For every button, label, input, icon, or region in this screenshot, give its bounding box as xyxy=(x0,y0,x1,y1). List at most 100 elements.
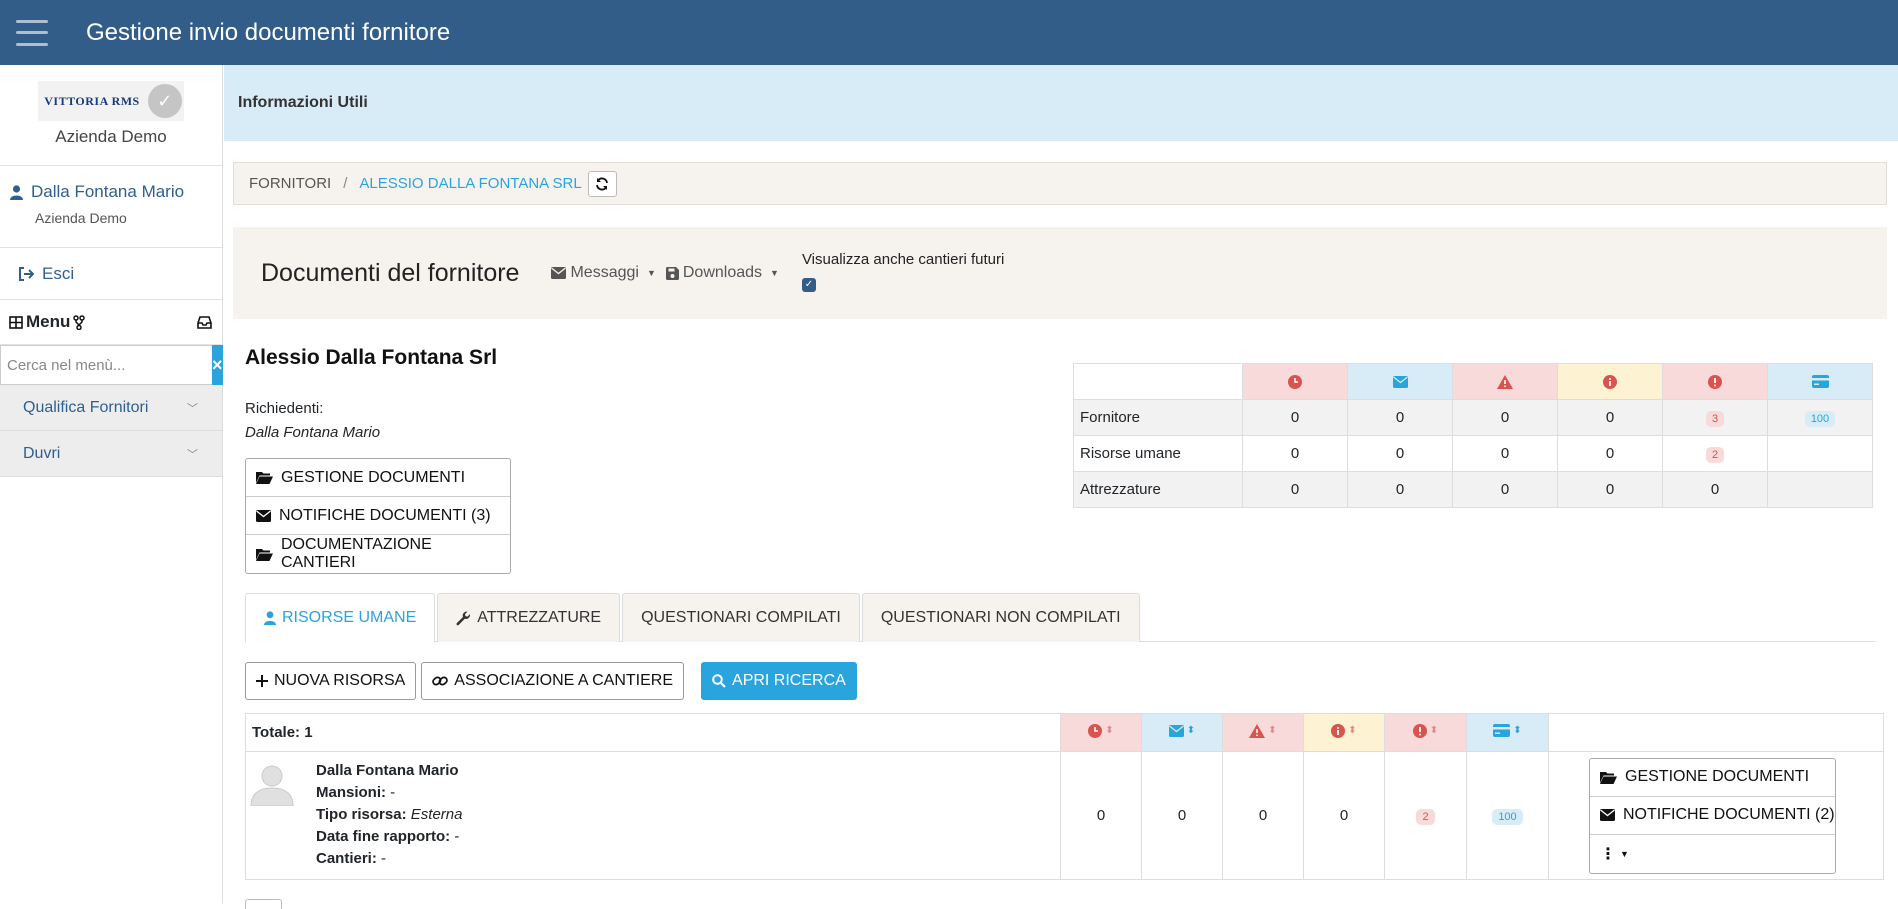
missing-count-badge[interactable]: 3 xyxy=(1705,410,1725,427)
ellipsis-vertical-icon: ⋮ xyxy=(1600,845,1616,863)
new-resource-label: NUOVA RISORSA xyxy=(274,672,406,689)
row-cell-missing: 2 xyxy=(1384,751,1467,880)
user-company: Azienda Demo xyxy=(35,210,127,226)
clock-icon xyxy=(1088,723,1103,738)
sort-warnings-header[interactable]: ⬍ xyxy=(1222,713,1304,752)
clock-icon xyxy=(1288,374,1302,389)
folder-open-icon xyxy=(256,472,273,484)
user-name: Dalla Fontana Mario xyxy=(31,182,185,201)
top-bar: Gestione invio documenti fornitore xyxy=(0,0,1898,65)
messages-dropdown[interactable]: Messaggi ▼ xyxy=(551,264,656,282)
brand: VITTORIA RMS ✓ Azienda Demo xyxy=(0,65,222,166)
mansioni-value: - xyxy=(390,784,396,801)
tab-equipment[interactable]: ATTREZZATURE xyxy=(437,593,621,642)
site-documentation-label: DOCUMENTAZIONE CANTIERI xyxy=(280,536,432,571)
sidebar-item-duvri[interactable]: Duvri ﹀ xyxy=(0,431,222,477)
open-search-label: APRI RICERCA xyxy=(732,672,846,689)
summary-row-label: Risorse umane xyxy=(1073,435,1243,472)
missing-count-badge[interactable]: 2 xyxy=(1416,808,1435,825)
logout-label: Esci xyxy=(42,263,75,283)
exclamation-circle-icon xyxy=(1708,374,1722,389)
tab-human-resources[interactable]: RISORSE UMANE xyxy=(245,593,436,643)
document-notifications-button[interactable]: NOTIFICHE DOCUMENTI (2) xyxy=(1590,797,1835,835)
site-documentation-button[interactable]: DOCUMENTAZIONE CANTIERI xyxy=(246,535,510,573)
sort-messages-header[interactable]: ⬍ xyxy=(1141,713,1223,752)
summary-col-warnings xyxy=(1452,363,1558,400)
floppy-disk-icon xyxy=(665,266,679,280)
code-branch-icon[interactable] xyxy=(73,314,86,330)
summary-row-equipment: Attrezzature 0 0 0 0 0 xyxy=(1073,471,1873,508)
open-search-button[interactable]: APRI RICERCA xyxy=(701,662,857,700)
summary-cell: 2 xyxy=(1662,435,1768,472)
data-fine-value: - xyxy=(454,828,460,845)
data-fine-label: Data fine rapporto: xyxy=(316,828,451,845)
hamburger-menu-icon[interactable] xyxy=(16,19,48,46)
sort-expiring-header[interactable]: ⬍ xyxy=(1060,713,1142,752)
manage-documents-button[interactable]: GESTIONE DOCUMENTI xyxy=(1590,759,1835,797)
warning-triangle-icon xyxy=(1249,723,1266,738)
completion-badge[interactable]: 100 xyxy=(1804,410,1836,427)
inbox-icon[interactable] xyxy=(197,315,212,329)
caret-down-icon: ▼ xyxy=(1620,848,1629,859)
tab-uncompleted-questionnaires[interactable]: QUESTIONARI NON COMPILATI xyxy=(861,593,1140,642)
sort-icon: ⬍ xyxy=(1268,724,1277,736)
sidebar: VITTORIA RMS ✓ Azienda Demo Dalla Fontan… xyxy=(0,65,223,903)
summary-cell: 0 xyxy=(1452,471,1558,508)
summary-cell: 0 xyxy=(1242,435,1348,472)
tipo-risorsa-label: Tipo risorsa: xyxy=(316,806,407,823)
summary-row-label: Attrezzature xyxy=(1073,471,1243,508)
summary-header-row xyxy=(1073,363,1873,400)
company-logo: VITTORIA RMS ✓ xyxy=(38,81,184,121)
summary-table: Fornitore 0 0 0 0 3 100 Risorse umane 0 … xyxy=(1073,363,1873,508)
table-row: Dalla Fontana Mario Mansioni: - Tipo ris… xyxy=(245,751,1884,880)
document-notifications-button[interactable]: NOTIFICHE DOCUMENTI (3) xyxy=(246,497,510,535)
refresh-button[interactable] xyxy=(587,170,617,197)
sort-completion-header[interactable]: ⬍ xyxy=(1466,713,1549,752)
link-to-site-button[interactable]: ASSOCIAZIONE A CANTIERE xyxy=(421,662,685,700)
tipo-risorsa-value: Esterna xyxy=(410,806,463,823)
logout-link[interactable]: Esci xyxy=(0,248,222,300)
resource-actions: NUOVA RISORSA ASSOCIAZIONE A CANTIERE AP… xyxy=(245,662,857,700)
summary-cell: 0 xyxy=(1347,435,1453,472)
table-icon xyxy=(9,315,23,329)
more-options-button[interactable]: ⋮ ▼ xyxy=(1590,835,1835,873)
menu-search-input[interactable] xyxy=(0,345,212,385)
tab-completed-questionnaires[interactable]: QUESTIONARI COMPILATI xyxy=(622,593,860,642)
summary-col-info xyxy=(1557,363,1663,400)
completion-badge[interactable]: 100 xyxy=(1492,808,1523,825)
summary-col-completion xyxy=(1767,363,1873,400)
pagination-button[interactable] xyxy=(245,899,282,909)
breadcrumb-root[interactable]: FORNITORI xyxy=(249,175,331,192)
summary-cell: 3 xyxy=(1662,399,1768,436)
link-to-site-label: ASSOCIAZIONE A CANTIERE xyxy=(454,672,674,689)
chevron-down-icon: ﹀ xyxy=(187,402,198,415)
sort-info-header[interactable]: ⬍ xyxy=(1303,713,1385,752)
manage-documents-label: GESTIONE DOCUMENTI xyxy=(1625,768,1810,785)
clear-search-button[interactable]: × xyxy=(212,345,223,385)
manage-documents-button[interactable]: GESTIONE DOCUMENTI xyxy=(246,459,510,497)
envelope-icon xyxy=(551,267,567,279)
summary-cell: 0 xyxy=(1347,471,1453,508)
sort-missing-header[interactable]: ⬍ xyxy=(1384,713,1467,752)
breadcrumb-current[interactable]: ALESSIO DALLA FONTANA SRL xyxy=(359,175,581,192)
sidebar-item-qualifica-fornitori[interactable]: Qualifica Fornitori ﹀ xyxy=(0,385,222,431)
user-link[interactable]: Dalla Fontana Mario xyxy=(10,182,222,202)
row-actions: GESTIONE DOCUMENTI NOTIFICHE DOCUMENTI (… xyxy=(1589,757,1836,874)
summary-row-human-resources: Risorse umane 0 0 0 0 2 xyxy=(1073,435,1873,472)
messages-label: Messaggi xyxy=(570,264,639,281)
future-sites-checkbox[interactable]: ✓ xyxy=(801,277,816,292)
supplier-actions: GESTIONE DOCUMENTI NOTIFICHE DOCUMENTI (… xyxy=(245,458,511,574)
documents-header: Documenti del fornitore Messaggi ▼ Downl… xyxy=(233,227,1887,319)
menu-search: × xyxy=(0,345,223,385)
logo-seal-icon: ✓ xyxy=(147,84,182,118)
tab-label: QUESTIONARI COMPILATI xyxy=(641,609,841,626)
requester-value: Dalla Fontana Mario xyxy=(245,424,381,441)
info-bar[interactable]: Informazioni Utili xyxy=(224,65,1898,141)
plus-icon xyxy=(256,675,268,687)
missing-count-badge[interactable]: 2 xyxy=(1705,446,1725,463)
app-title: Gestione invio documenti fornitore xyxy=(86,18,451,46)
downloads-dropdown[interactable]: Downloads ▼ xyxy=(665,264,779,282)
breadcrumb: FORNITORI / ALESSIO DALLA FONTANA SRL xyxy=(233,162,1887,205)
resource-name[interactable]: Dalla Fontana Mario xyxy=(316,762,459,779)
new-resource-button[interactable]: NUOVA RISORSA xyxy=(245,662,417,700)
